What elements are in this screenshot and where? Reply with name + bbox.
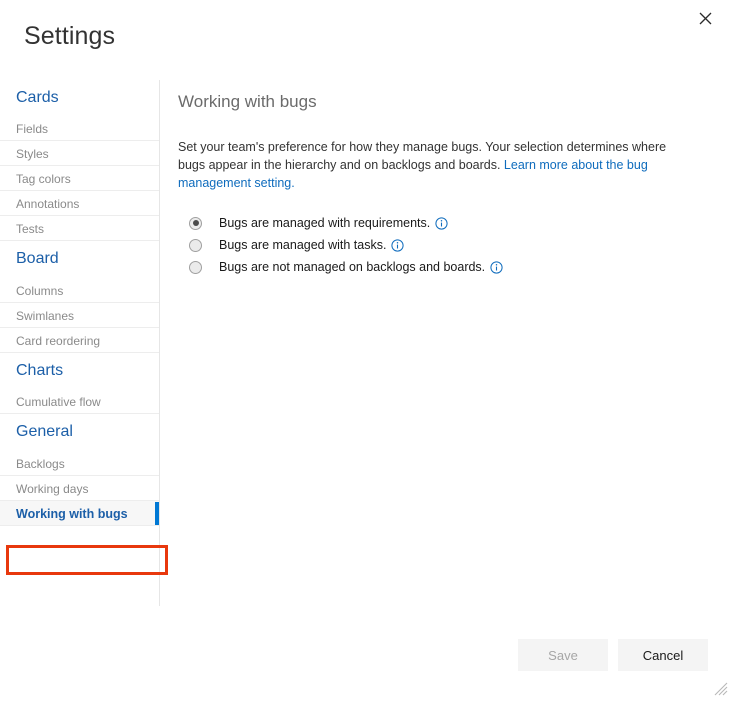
sidebar-item-swimlanes[interactable]: Swimlanes — [0, 303, 159, 328]
sidebar-item-label: Annotations — [16, 197, 79, 211]
sidebar-heading: Charts — [0, 353, 159, 389]
sidebar-item-working-days[interactable]: Working days — [0, 476, 159, 501]
sidebar-item-label: Working days — [16, 482, 88, 496]
sidebar-heading: General — [0, 414, 159, 450]
section-description: Set your team's preference for how they … — [178, 138, 675, 192]
radio-option-label: Bugs are managed with tasks. — [219, 238, 386, 252]
sidebar-heading: Cards — [0, 80, 159, 116]
sidebar-heading: Board — [0, 241, 159, 277]
sidebar-item-label: Backlogs — [16, 457, 65, 471]
resize-grip-icon[interactable] — [714, 682, 728, 696]
info-icon[interactable] — [490, 261, 503, 274]
sidebar-item-label: Swimlanes — [16, 309, 74, 323]
settings-sidebar: Cards Fields Styles Tag colors Annotations Te… — [0, 80, 160, 606]
sidebar-item-styles[interactable]: Styles — [0, 141, 159, 166]
sidebar-item-label: Tag colors — [16, 172, 71, 186]
sidebar-group: Charts Cumulative flow — [0, 353, 159, 414]
sidebar-item-label: Working with bugs — [16, 507, 128, 521]
selected-accent-bar — [155, 502, 159, 525]
radio-option-label: Bugs are managed with requirements. — [219, 216, 430, 230]
section-title: Working with bugs — [178, 92, 710, 112]
radio-button-mark[interactable] — [189, 261, 202, 274]
sidebar-item-label: Styles — [16, 147, 49, 161]
sidebar-item-tag-colors[interactable]: Tag colors — [0, 166, 159, 191]
sidebar-item-label: Tests — [16, 222, 44, 236]
radio-option-1[interactable]: Bugs are managed with requirements. — [189, 212, 710, 234]
sidebar-item-columns[interactable]: Columns — [0, 278, 159, 303]
info-icon[interactable] — [391, 239, 404, 252]
sidebar-item-cumulative-flow[interactable]: Cumulative flow — [0, 389, 159, 414]
sidebar-item-card-reordering[interactable]: Card reordering — [0, 328, 159, 353]
sidebar-item-annotations[interactable]: Annotations — [0, 191, 159, 216]
sidebar-item-working-with-bugs[interactable]: Working with bugs — [0, 501, 159, 526]
main-panel: Working with bugs Set your team's prefer… — [178, 92, 710, 278]
radio-button-mark[interactable] — [189, 217, 202, 230]
cancel-button[interactable]: Cancel — [618, 639, 708, 671]
sidebar-item-label: Card reordering — [16, 334, 100, 348]
radio-button-mark[interactable] — [189, 239, 202, 252]
save-button[interactable]: Save — [518, 639, 608, 671]
sidebar-item-label: Fields — [16, 122, 48, 136]
sidebar-item-tests[interactable]: Tests — [0, 216, 159, 241]
sidebar-item-fields[interactable]: Fields — [0, 116, 159, 141]
info-icon[interactable] — [435, 217, 448, 230]
radio-option-2[interactable]: Bugs are managed with tasks. — [189, 234, 710, 256]
page-title: Settings — [24, 22, 115, 51]
sidebar-group: Board Columns Swimlanes Card reordering — [0, 241, 159, 352]
sidebar-item-label: Columns — [16, 284, 63, 298]
sidebar-group: Cards Fields Styles Tag colors Annotations Te… — [0, 80, 159, 241]
bug-management-radio-group: Bugs are managed with requirements. Bugs … — [189, 212, 710, 278]
close-icon[interactable] — [690, 4, 720, 32]
dialog-footer: Save Cancel — [518, 639, 708, 671]
radio-option-label: Bugs are not managed on backlogs and boa… — [219, 260, 485, 274]
settings-dialog: Settings Cards Fields Styles Tag colors Anno… — [0, 0, 730, 698]
radio-option-3[interactable]: Bugs are not managed on backlogs and boa… — [189, 256, 710, 278]
sidebar-item-label: Cumulative flow — [16, 395, 101, 409]
sidebar-group: General Backlogs Working days Working with … — [0, 414, 159, 525]
sidebar-item-backlogs[interactable]: Backlogs — [0, 451, 159, 476]
